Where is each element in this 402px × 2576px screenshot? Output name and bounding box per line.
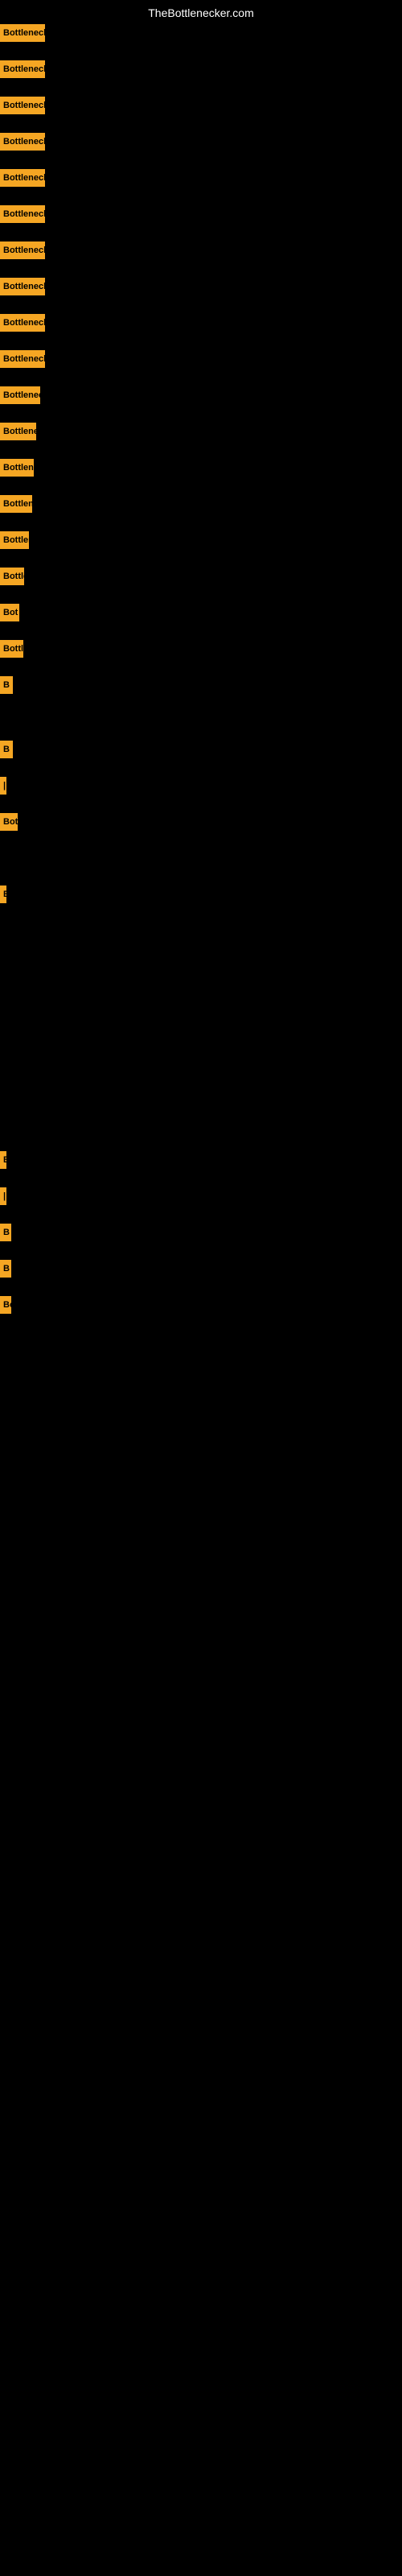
bar-label-3: Bottleneck resu (3, 101, 45, 110)
bar-label-23: E (3, 890, 6, 899)
bar-item-20: B (0, 741, 13, 758)
bar-item-19: B (0, 676, 13, 694)
bar-item-3: Bottleneck resu (0, 97, 45, 114)
bar-item-1: Bottleneck resu (0, 24, 45, 42)
bar-item-7: Bottleneck resu (0, 242, 45, 259)
bar-item-11: Bottleneck res (0, 386, 40, 404)
bar-label-11: Bottleneck res (3, 390, 40, 400)
bar-item-14: Bottleneck re (0, 495, 32, 513)
bar-label-17: Bot (3, 608, 18, 617)
bar-label-20: B (3, 745, 10, 754)
bar-label-26: B (3, 1228, 10, 1237)
bar-item-15: Bottleneck r (0, 531, 29, 549)
bar-label-16: Bottlene (3, 572, 24, 581)
bar-label-25: | (3, 1191, 6, 1201)
bar-label-4: Bottleneck resu (3, 137, 45, 147)
bar-item-17: Bot (0, 604, 19, 621)
bar-item-4: Bottleneck resu (0, 133, 45, 151)
bar-label-10: Bottleneck resu (3, 354, 45, 364)
bar-item-2: Bottleneck resu (0, 60, 45, 78)
bar-label-24: E (3, 1155, 6, 1165)
bar-item-8: Bottleneck resu (0, 278, 45, 295)
bar-item-23: E (0, 886, 6, 903)
bar-item-12: Bottleneck re (0, 423, 36, 440)
bar-label-8: Bottleneck resu (3, 282, 45, 291)
site-title: TheBottlenecker.com (0, 6, 402, 19)
bar-label-27: B (3, 1264, 10, 1274)
bar-item-10: Bottleneck resu (0, 350, 45, 368)
bar-label-22: Bott (3, 817, 18, 827)
bar-item-21: | (0, 777, 6, 795)
bar-label-1: Bottleneck resu (3, 28, 45, 38)
bar-label-2: Bottleneck resu (3, 64, 45, 74)
bar-item-22: Bott (0, 813, 18, 831)
bar-item-9: Bottleneck resu (0, 314, 45, 332)
bar-item-5: Bottleneck resu (0, 169, 45, 187)
bar-label-28: Bo (3, 1300, 11, 1310)
bar-item-16: Bottlene (0, 568, 24, 585)
bar-label-19: B (3, 680, 10, 690)
bar-label-21: | (3, 781, 6, 791)
bar-item-28: Bo (0, 1296, 11, 1314)
bar-label-18: Bottlen (3, 644, 23, 654)
bar-label-15: Bottleneck r (3, 535, 29, 545)
bar-label-14: Bottleneck re (3, 499, 32, 509)
bar-label-12: Bottleneck re (3, 427, 36, 436)
bar-label-7: Bottleneck resu (3, 246, 45, 255)
bar-label-6: Bottleneck resu (3, 209, 45, 219)
bar-label-9: Bottleneck resu (3, 318, 45, 328)
bar-item-6: Bottleneck resu (0, 205, 45, 223)
bar-item-27: B (0, 1260, 11, 1278)
bar-label-13: Bottleneck re (3, 463, 34, 473)
bar-item-18: Bottlen (0, 640, 23, 658)
bar-item-24: E (0, 1151, 6, 1169)
bar-item-13: Bottleneck re (0, 459, 34, 477)
bar-item-26: B (0, 1224, 11, 1241)
bar-item-25: | (0, 1187, 6, 1205)
bar-label-5: Bottleneck resu (3, 173, 45, 183)
